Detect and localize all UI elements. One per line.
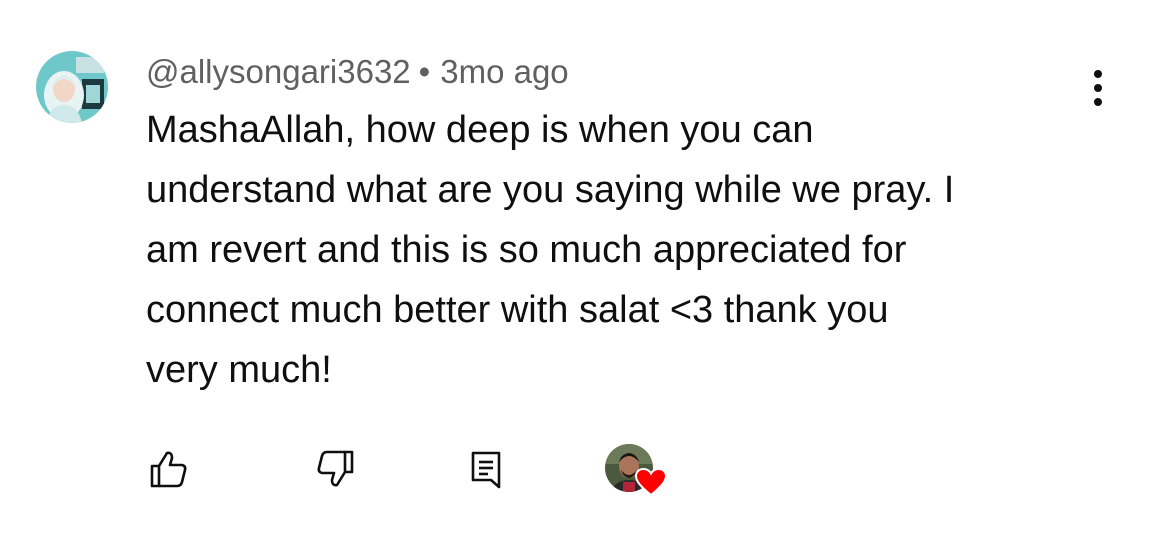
comment-text: MashaAllah, how deep is when you can und… — [146, 100, 1106, 400]
creator-heart-badge — [605, 444, 669, 500]
comment-header: @allysongari3632 • 3mo ago — [146, 52, 569, 92]
thumbs-down-icon — [317, 450, 354, 487]
heart-icon — [635, 468, 667, 496]
like-button[interactable] — [144, 446, 192, 492]
comment-line-2: understand what are you saying while we … — [146, 169, 955, 211]
comment-icon — [471, 451, 501, 489]
author-avatar[interactable] — [36, 51, 108, 123]
comment-line-1: MashaAllah, how deep is when you can — [146, 109, 814, 151]
reply-button[interactable] — [462, 446, 510, 492]
comment-line-3: am revert and this is so much appreciate… — [146, 229, 907, 271]
comment-line-4: connect much better with salat <3 thank … — [146, 289, 889, 331]
comment-timestamp[interactable]: 3mo ago — [440, 53, 568, 90]
dislike-button[interactable] — [312, 446, 360, 492]
comment-line-5: very much! — [146, 349, 332, 391]
separator-dot: • — [418, 53, 431, 90]
thumbs-up-icon — [150, 451, 187, 488]
author-handle[interactable]: @allysongari3632 — [146, 53, 411, 90]
